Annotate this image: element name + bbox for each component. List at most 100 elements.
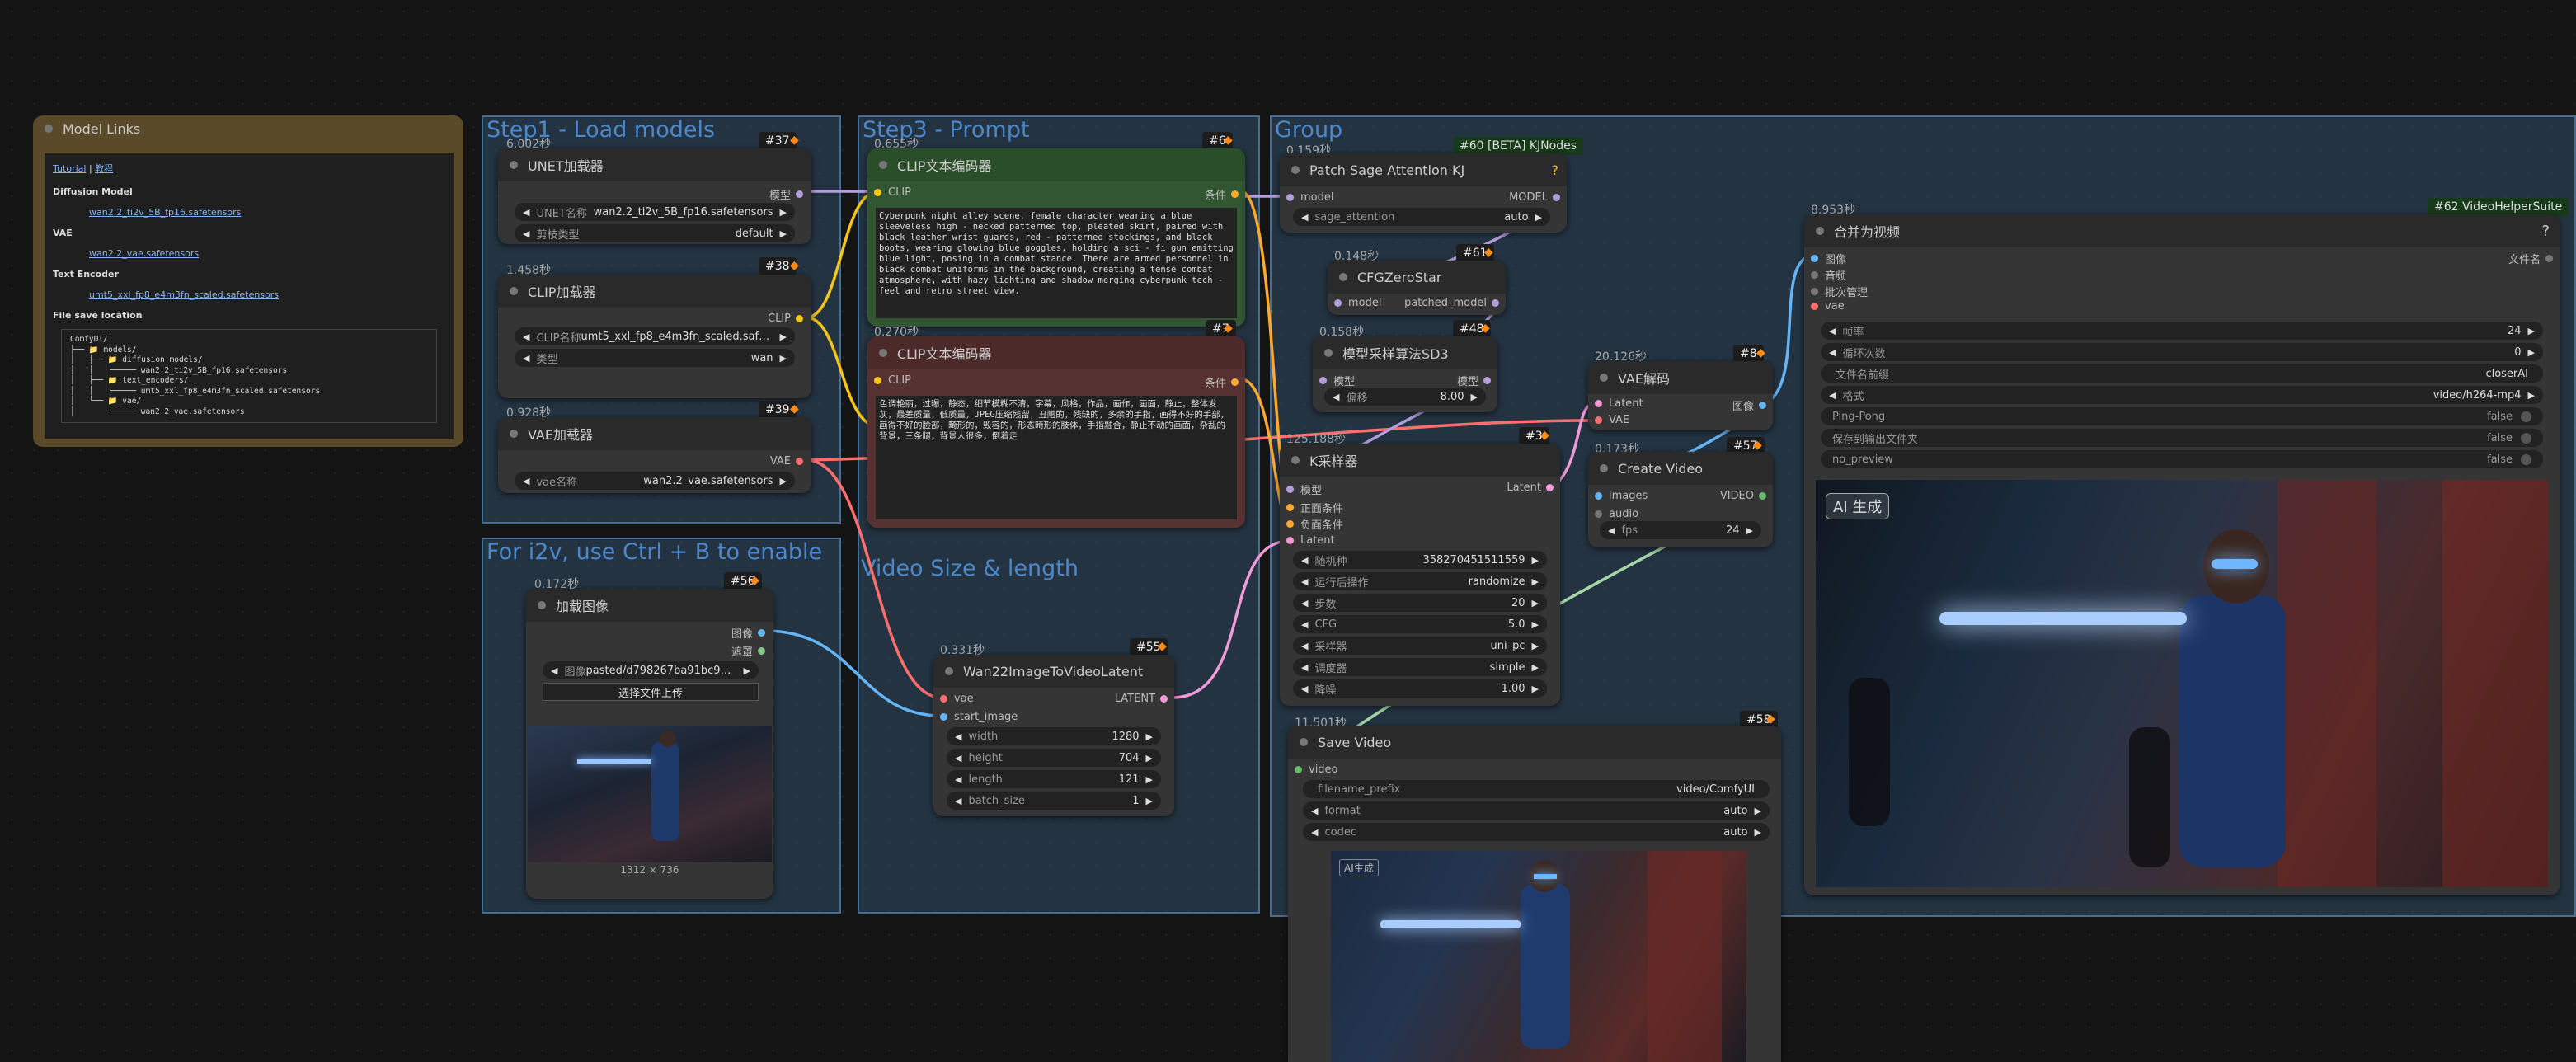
output-filenames[interactable]: 文件名 [2508,251,2553,266]
wan22-latent-node[interactable]: Wan22ImageToVideoLatent vae start_image … [933,655,1174,816]
scheduler-combo[interactable]: ◀ 调度器 simple ▶ [1293,658,1547,676]
collapse-dot[interactable] [1300,738,1308,746]
vae-name-combo[interactable]: ◀ vae名称 wan2.2_vae.safetensors ▶ [515,472,795,490]
input-clip[interactable]: CLIP [874,374,911,387]
clip-type-combo[interactable]: ◀ 类型 wan ▶ [515,349,795,367]
output-image[interactable]: 图像 [731,625,765,641]
input-video[interactable]: video [1295,764,1338,776]
tutorial-cn-link[interactable]: 教程 [95,163,113,174]
cfg-input[interactable]: ◀ CFG 5.0 ▶ [1293,615,1547,633]
denoise-input[interactable]: ◀ 降噪 1.00 ▶ [1293,679,1547,698]
pingpong-toggle[interactable]: Ping-Pong false [1821,407,2543,425]
collapse-dot[interactable] [1324,349,1333,357]
collapse-dot[interactable] [1816,227,1824,235]
collapse-dot[interactable] [879,349,887,357]
output-conditioning[interactable]: 条件 [1205,374,1239,390]
output-patched-model[interactable]: patched_model [1404,297,1499,309]
video-combine-node[interactable]: 合并为视频? 图像 音频 批次管理 vae 文件名 ◀ 帧率 24 ▶ ◀ 循环次数 0 ▶… [1804,214,2560,895]
height-input[interactable]: ◀ height 704 ▶ [947,749,1161,767]
loop-count-input[interactable]: ◀ 循环次数 0 ▶ [1821,343,2543,361]
filename-prefix-input[interactable]: filename_prefix video/ComfyUI [1303,780,1770,798]
input-images[interactable]: 图像 [1811,251,1846,266]
clip-text-positive-node[interactable]: CLIP文本编码器 CLIP 条件 Cyberpunk night alley … [867,148,1245,327]
collapse-dot[interactable] [510,430,518,438]
collapse-dot[interactable] [945,667,953,675]
vae-link[interactable]: wan2.2_vae.safetensors [89,248,445,259]
input-start-image[interactable]: start_image [940,711,1018,723]
output-mask[interactable]: 遮罩 [731,643,765,659]
collapse-dot[interactable] [1600,374,1608,382]
help-icon[interactable]: ? [1552,162,1559,178]
load-image-node[interactable]: 加载图像 图像 遮罩 ◀ 图像 pasted/d798267ba91bc921… ▶ … [526,589,773,899]
clip-name-combo[interactable]: ◀ CLIP名称 umt5_xxl_fp8_e4m3fn_scaled.safete… [515,327,795,345]
input-images[interactable]: images [1595,490,1648,502]
model-sampling-sd3-node[interactable]: 模型采样算法SD3 模型 模型 ◀ 偏移 8.00 ▶ [1313,336,1497,412]
output-model[interactable]: 模型 [1457,373,1491,388]
cfgzerostar-node[interactable]: CFGZeroStar model patched_model [1328,261,1506,315]
length-input[interactable]: ◀ length 121 ▶ [947,770,1161,788]
collapse-dot[interactable] [1600,464,1608,472]
patch-sage-attention-node[interactable]: Patch Sage Attention KJ? model MODEL ◀ sa… [1280,153,1567,233]
save-output-toggle[interactable]: 保存到输出文件夹 false [1821,429,2543,447]
sage-attention-combo[interactable]: ◀ sage_attention auto ▶ [1293,208,1550,226]
collapse-dot[interactable] [1291,456,1300,464]
vae-loader-node[interactable]: VAE加载器 VAE ◀ vae名称 wan2.2_vae.safetensors ▶ [498,417,811,493]
prompt-textarea[interactable]: Cyberpunk night alley scene, female char… [876,208,1237,318]
output-model[interactable]: 模型 [769,186,803,202]
control-after-generate-combo[interactable]: ◀ 运行后操作 randomize ▶ [1293,572,1547,590]
input-negative[interactable]: 负面条件 [1286,516,1343,532]
input-model[interactable]: model [1334,297,1381,309]
input-audio[interactable]: 音频 [1811,267,1846,283]
vae-decode-node[interactable]: VAE解码 Latent VAE 图像 [1588,361,1773,430]
dtype-combo[interactable]: ◀ 剪枝类型 default ▶ [515,224,795,242]
format-combo[interactable]: ◀ 格式 video/h264-mp4 ▶ [1821,386,2543,404]
input-model[interactable]: model [1286,191,1333,204]
input-latent[interactable]: Latent [1595,397,1643,410]
output-latent[interactable]: LATENT [1115,693,1168,705]
collapse-dot[interactable] [879,161,887,169]
te-link[interactable]: umt5_xxl_fp8_e4m3fn_scaled.safetensors [89,289,445,300]
save-video-node[interactable]: Save Video video filename_prefix video/Co… [1288,726,1781,1062]
output-conditioning[interactable]: 条件 [1205,186,1239,202]
collapse-dot[interactable] [538,601,546,609]
input-latent[interactable]: Latent [1286,534,1335,547]
output-video[interactable]: VIDEO [1720,490,1766,502]
collapse-dot[interactable] [1339,273,1347,281]
clip-text-negative-node[interactable]: CLIP文本编码器 CLIP 条件 色调艳丽，过曝，静态，细节模糊不清，字幕，风… [867,336,1245,528]
diffusion-link[interactable]: wan2.2_ti2v_5B_fp16.safetensors [89,207,445,218]
fps-input[interactable]: ◀ fps 24 ▶ [1600,521,1761,539]
input-vae[interactable]: VAE [1595,414,1629,426]
tutorial-link[interactable]: Tutorial [53,163,86,174]
codec-combo[interactable]: ◀ codec auto ▶ [1303,823,1770,841]
collapse-dot[interactable] [510,287,518,295]
negative-prompt-textarea[interactable]: 色调艳丽，过曝，静态，细节模糊不清，字幕，风格，作品，画作，画面，静止，整体发灰… [876,396,1237,519]
shift-input[interactable]: ◀ 偏移 8.00 ▶ [1324,388,1486,406]
collapse-dot[interactable] [510,161,518,169]
output-latent[interactable]: Latent [1507,482,1554,494]
seed-input[interactable]: ◀ 随机种 358270451511559 ▶ [1293,551,1547,569]
steps-input[interactable]: ◀ 步数 20 ▶ [1293,594,1547,612]
output-model[interactable]: MODEL [1509,191,1560,204]
filename-prefix-input[interactable]: 文件名前缀 closerAI [1821,364,2543,383]
output-image[interactable]: 图像 [1732,397,1766,413]
output-clip[interactable]: CLIP [768,312,803,325]
input-audio[interactable]: audio [1595,508,1638,520]
frame-rate-input[interactable]: ◀ 帧率 24 ▶ [1821,322,2543,340]
input-clip[interactable]: CLIP [874,186,911,199]
unet-name-combo[interactable]: ◀ UNET名称 wan2.2_ti2v_5B_fp16.safetensors ▶ [515,203,795,221]
batch-size-input[interactable]: ◀ batch_size 1 ▶ [947,792,1161,810]
format-combo[interactable]: ◀ format auto ▶ [1303,801,1770,820]
input-vae[interactable]: vae [1811,300,1845,312]
help-icon[interactable]: ? [2541,223,2550,240]
node-title[interactable]: Model Links [33,115,463,142]
input-positive[interactable]: 正面条件 [1286,500,1343,515]
collapse-dot[interactable] [1291,166,1300,174]
model-links-node[interactable]: Model Links Tutorial | 教程 Diffusion Mode… [33,115,463,447]
ksampler-node[interactable]: K采样器 模型 正面条件 负面条件 Latent Latent ◀ 随机种 3582… [1280,444,1560,706]
image-combo[interactable]: ◀ 图像 pasted/d798267ba91bc921… ▶ [543,661,759,679]
no-preview-toggle[interactable]: no_preview false [1821,450,2543,468]
input-model[interactable]: 模型 [1286,482,1322,497]
create-video-node[interactable]: Create Video images audio VIDEO ◀ fps 24 ▶ [1588,452,1773,547]
unet-loader-node[interactable]: UNET加载器 模型 ◀ UNET名称 wan2.2_ti2v_5B_fp16.sa… [498,148,811,244]
output-vae[interactable]: VAE [770,455,803,468]
